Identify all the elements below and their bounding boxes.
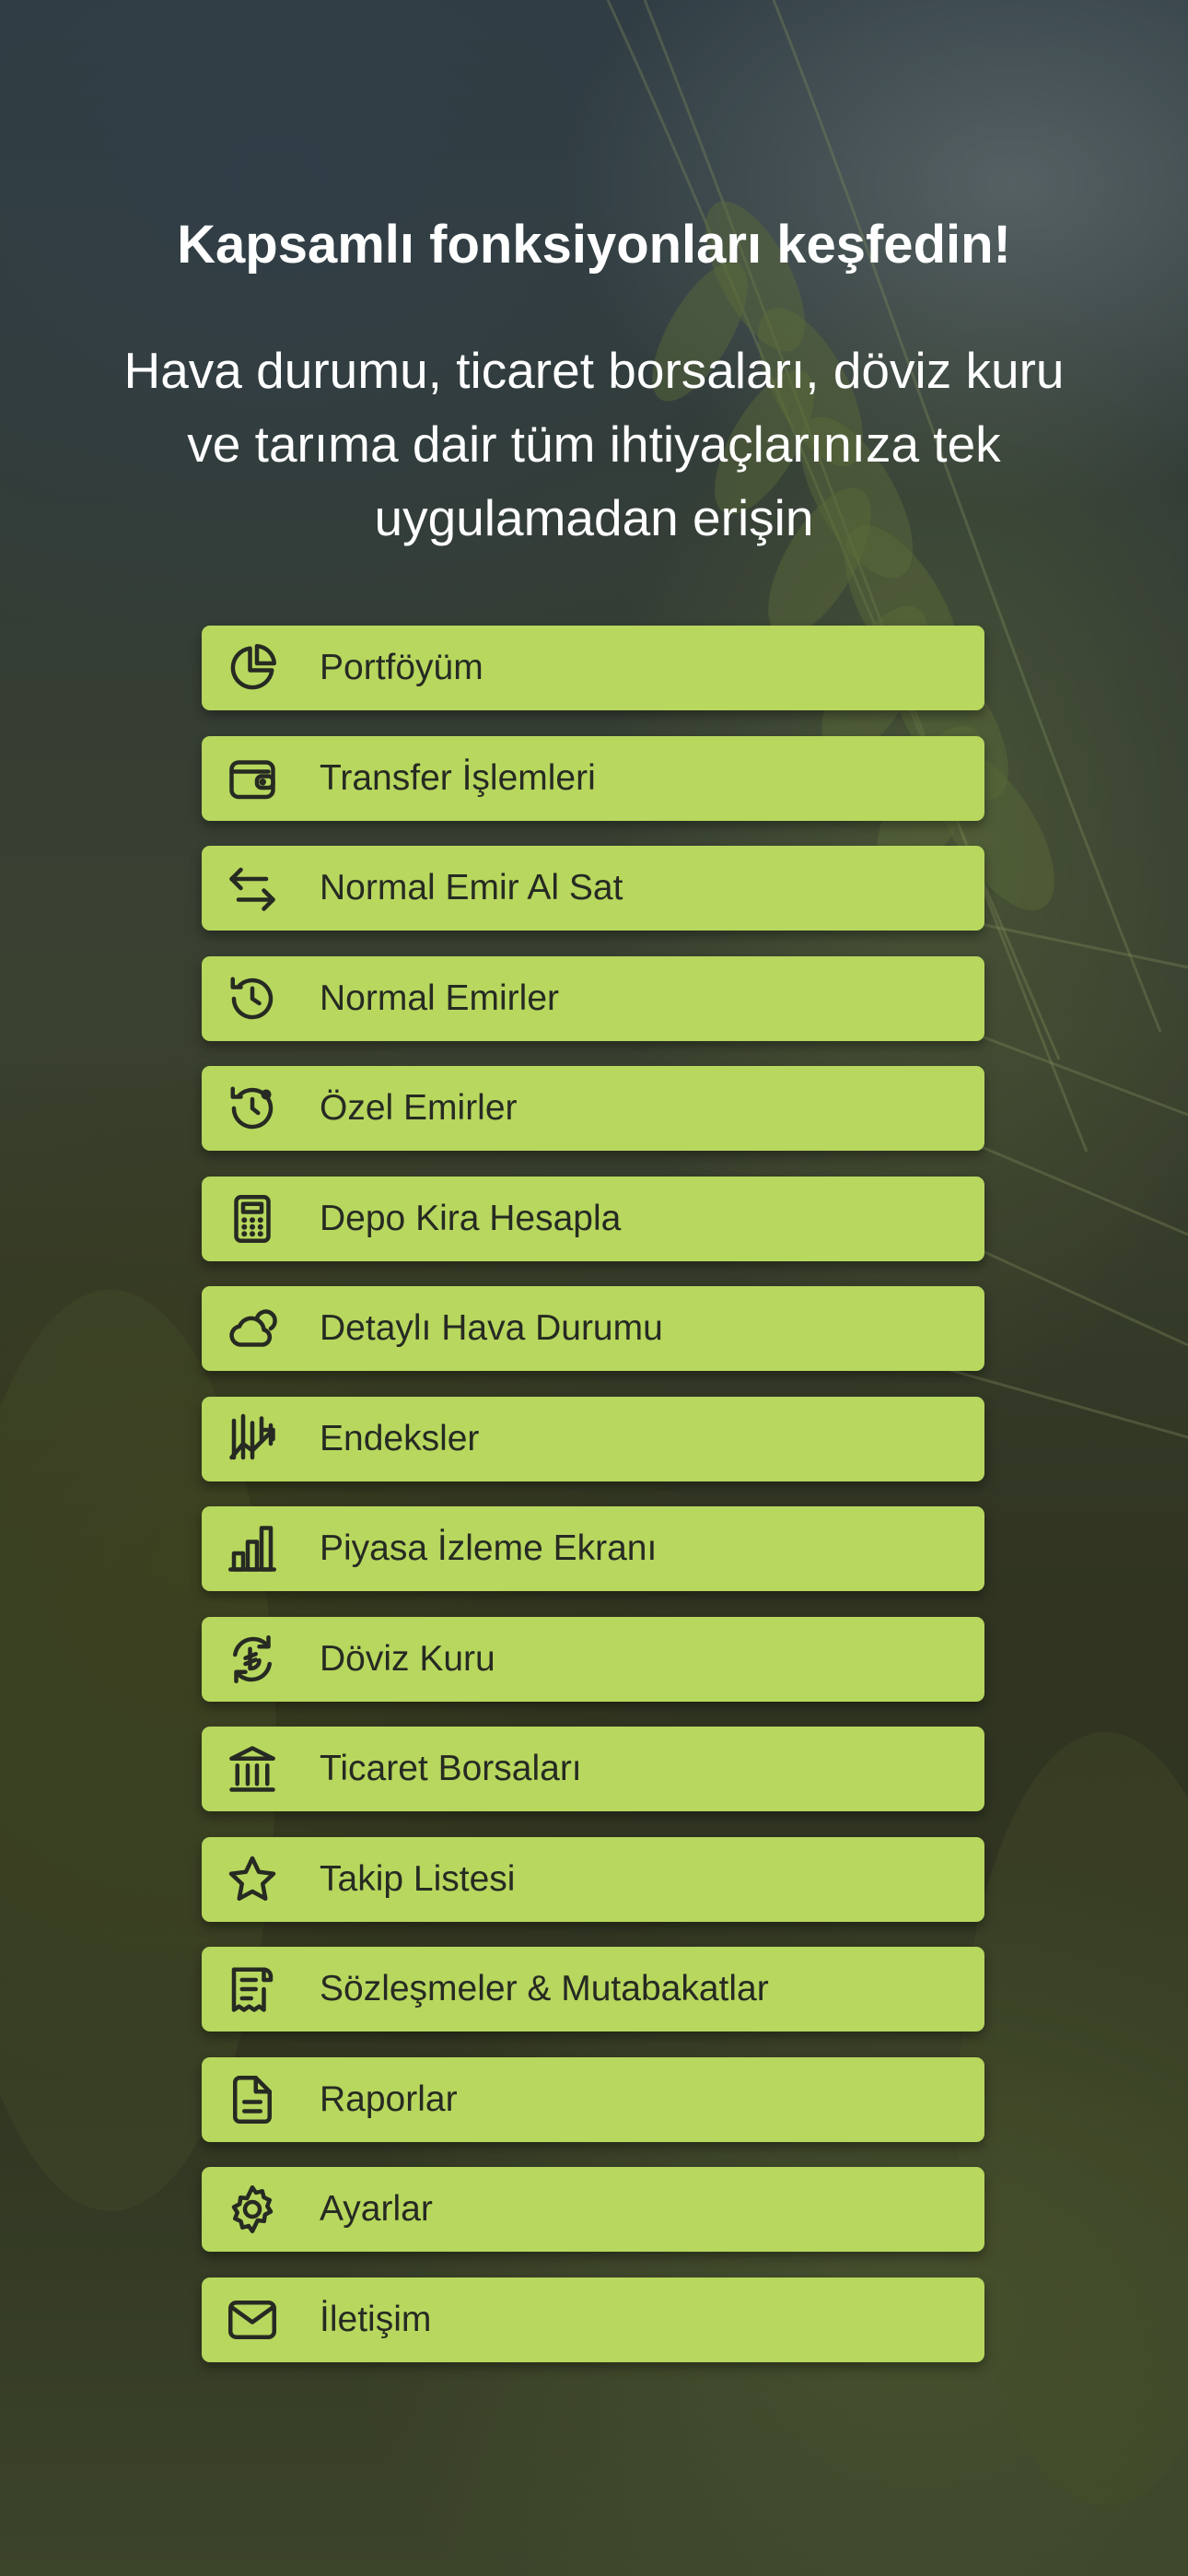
receipt-icon (224, 1961, 281, 2018)
history-icon (224, 970, 281, 1027)
weather-icon (224, 1300, 281, 1357)
menu-item-ticaret-borsalari[interactable]: Ticaret Borsaları (202, 1727, 984, 1811)
menu-item-raporlar[interactable]: Raporlar (202, 2056, 984, 2142)
page-description: Hava durumu, ticaret borsaları, döviz ku… (123, 342, 1065, 546)
menu-item-label: Ayarlar (320, 2189, 433, 2229)
arrows-left-right-icon (224, 860, 281, 917)
page-title: Kapsamlı fonksiyonları keşfedin! (177, 215, 1011, 275)
menu-item-sozlesmeler-mutabakatlar[interactable]: Sözleşmeler & Mutabakatlar (202, 1947, 984, 2032)
currency-exchange-icon (224, 1631, 281, 1688)
feature-menu: Portföyüm Transfer İşlemleri Normal Emir… (202, 626, 984, 2387)
menu-item-label: Normal Emirler (320, 978, 560, 1018)
pie-chart-icon (224, 639, 281, 697)
candlestick-chart-icon (224, 1411, 281, 1468)
menu-item-doviz-kuru[interactable]: Döviz Kuru (202, 1616, 984, 1702)
bank-icon (224, 1740, 281, 1797)
calculator-icon (224, 1190, 281, 1247)
menu-item-label: Endeksler (320, 1418, 480, 1458)
menu-item-label: Sözleşmeler & Mutabakatlar (320, 1969, 769, 2008)
history-alert-icon (224, 1080, 281, 1137)
menu-item-label: Takip Listesi (320, 1858, 516, 1899)
menu-item-label: Özel Emirler (320, 1088, 518, 1128)
menu-item-label: Ticaret Borsaları (320, 1749, 582, 1788)
menu-item-label: Detaylı Hava Durumu (320, 1308, 663, 1348)
menu-item-normal-emirler[interactable]: Normal Emirler (202, 955, 984, 1041)
bar-chart-icon (224, 1520, 281, 1577)
menu-item-depo-kira-hesapla[interactable]: Depo Kira Hesapla (202, 1176, 984, 1261)
menu-item-iletisim[interactable]: İletişim (202, 2277, 984, 2362)
menu-item-label: Portföyüm (320, 648, 483, 687)
wallet-icon (224, 750, 281, 807)
menu-item-label: Depo Kira Hesapla (320, 1198, 622, 1238)
menu-item-ayarlar[interactable]: Ayarlar (202, 2167, 984, 2252)
star-icon (224, 1851, 281, 1908)
menu-item-label: Piyasa İzleme Ekranı (320, 1528, 658, 1568)
mail-icon (224, 2291, 281, 2348)
gear-icon (224, 2181, 281, 2238)
menu-item-label: Raporlar (320, 2078, 458, 2119)
menu-item-normal-emir-al-sat[interactable]: Normal Emir Al Sat (202, 846, 984, 931)
menu-item-label: Normal Emir Al Sat (320, 868, 623, 907)
menu-item-label: Döviz Kuru (320, 1638, 495, 1679)
menu-item-portfoyum[interactable]: Portföyüm (202, 626, 984, 710)
menu-item-label: Transfer İşlemleri (320, 757, 596, 798)
menu-item-transfer-islemleri[interactable]: Transfer İşlemleri (202, 735, 984, 821)
menu-item-takip-listesi[interactable]: Takip Listesi (202, 1836, 984, 1922)
document-icon (224, 2071, 281, 2128)
menu-item-label: İletişim (320, 2299, 432, 2339)
menu-item-detayli-hava-durumu[interactable]: Detaylı Hava Durumu (202, 1286, 984, 1371)
menu-item-piyasa-izleme-ekrani[interactable]: Piyasa İzleme Ekranı (202, 1506, 984, 1591)
menu-item-endeksler[interactable]: Endeksler (202, 1396, 984, 1481)
menu-item-ozel-emirler[interactable]: Özel Emirler (202, 1066, 984, 1151)
